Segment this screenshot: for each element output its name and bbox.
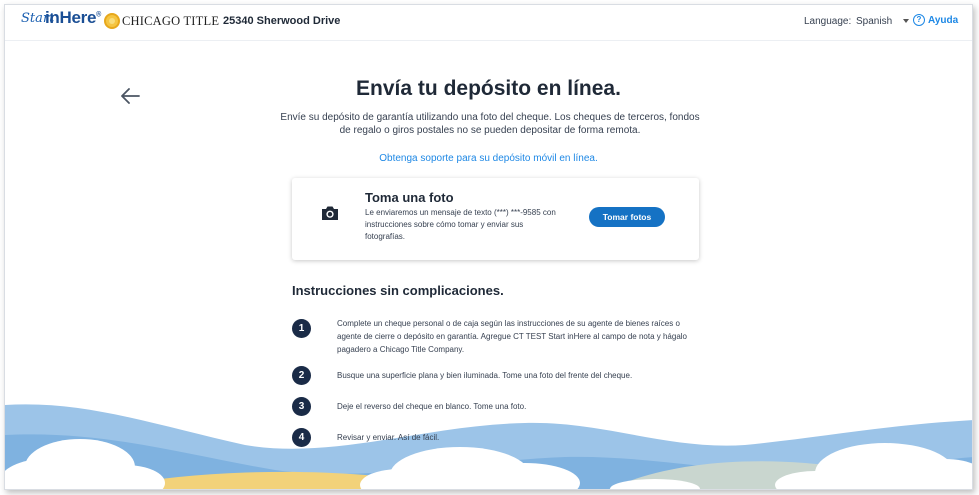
chevron-down-icon[interactable]: [903, 19, 909, 23]
brand-name: CHICAGO TITLE: [122, 14, 220, 28]
instructions-title: Instrucciones sin complicaciones.: [292, 283, 504, 298]
app-window: Start inHere® CHICAGO TITLE 25340 Sherwo…: [4, 4, 973, 490]
language-select[interactable]: Spanish: [856, 16, 892, 27]
language-label: Language:: [804, 16, 852, 27]
camera-icon: [322, 206, 338, 220]
step-number-badge: 2: [292, 366, 311, 385]
step-text: Deje el reverso del cheque en blanco. To…: [337, 402, 527, 411]
step-text: Revisar y enviar. Así de fácil.: [337, 433, 440, 442]
card-description: Le enviaremos un mensaje de texto (***) …: [365, 208, 556, 241]
help-circle-icon: ?: [913, 14, 925, 26]
intro-text: Envíe su depósito de garantía utilizando…: [280, 112, 700, 136]
logo-inhere[interactable]: inHere®: [45, 8, 101, 28]
chicago-title-seal-icon: [104, 13, 120, 29]
step-number-badge: 4: [292, 428, 311, 447]
page-title: Envía tu depósito en línea.: [356, 77, 621, 100]
step-number-badge: 3: [292, 397, 311, 416]
top-header: Start inHere® CHICAGO TITLE 25340 Sherwo…: [5, 5, 972, 41]
step-text: Busque una superficie plana y bien ilumi…: [337, 371, 633, 380]
step-text: Complete un cheque personal o de caja se…: [337, 319, 687, 354]
help-link[interactable]: ? Ayuda: [913, 14, 958, 26]
property-address: 25340 Sherwood Drive: [223, 15, 341, 27]
card-title: Toma una foto: [365, 190, 454, 205]
take-photo-card: Toma una foto Le enviaremos un mensaje d…: [292, 178, 699, 260]
step-number-badge: 1: [292, 319, 311, 338]
support-link[interactable]: Obtenga soporte para su depósito móvil e…: [5, 153, 972, 164]
help-label: Ayuda: [928, 14, 959, 26]
take-photos-button[interactable]: Tomar fotos: [589, 207, 665, 227]
